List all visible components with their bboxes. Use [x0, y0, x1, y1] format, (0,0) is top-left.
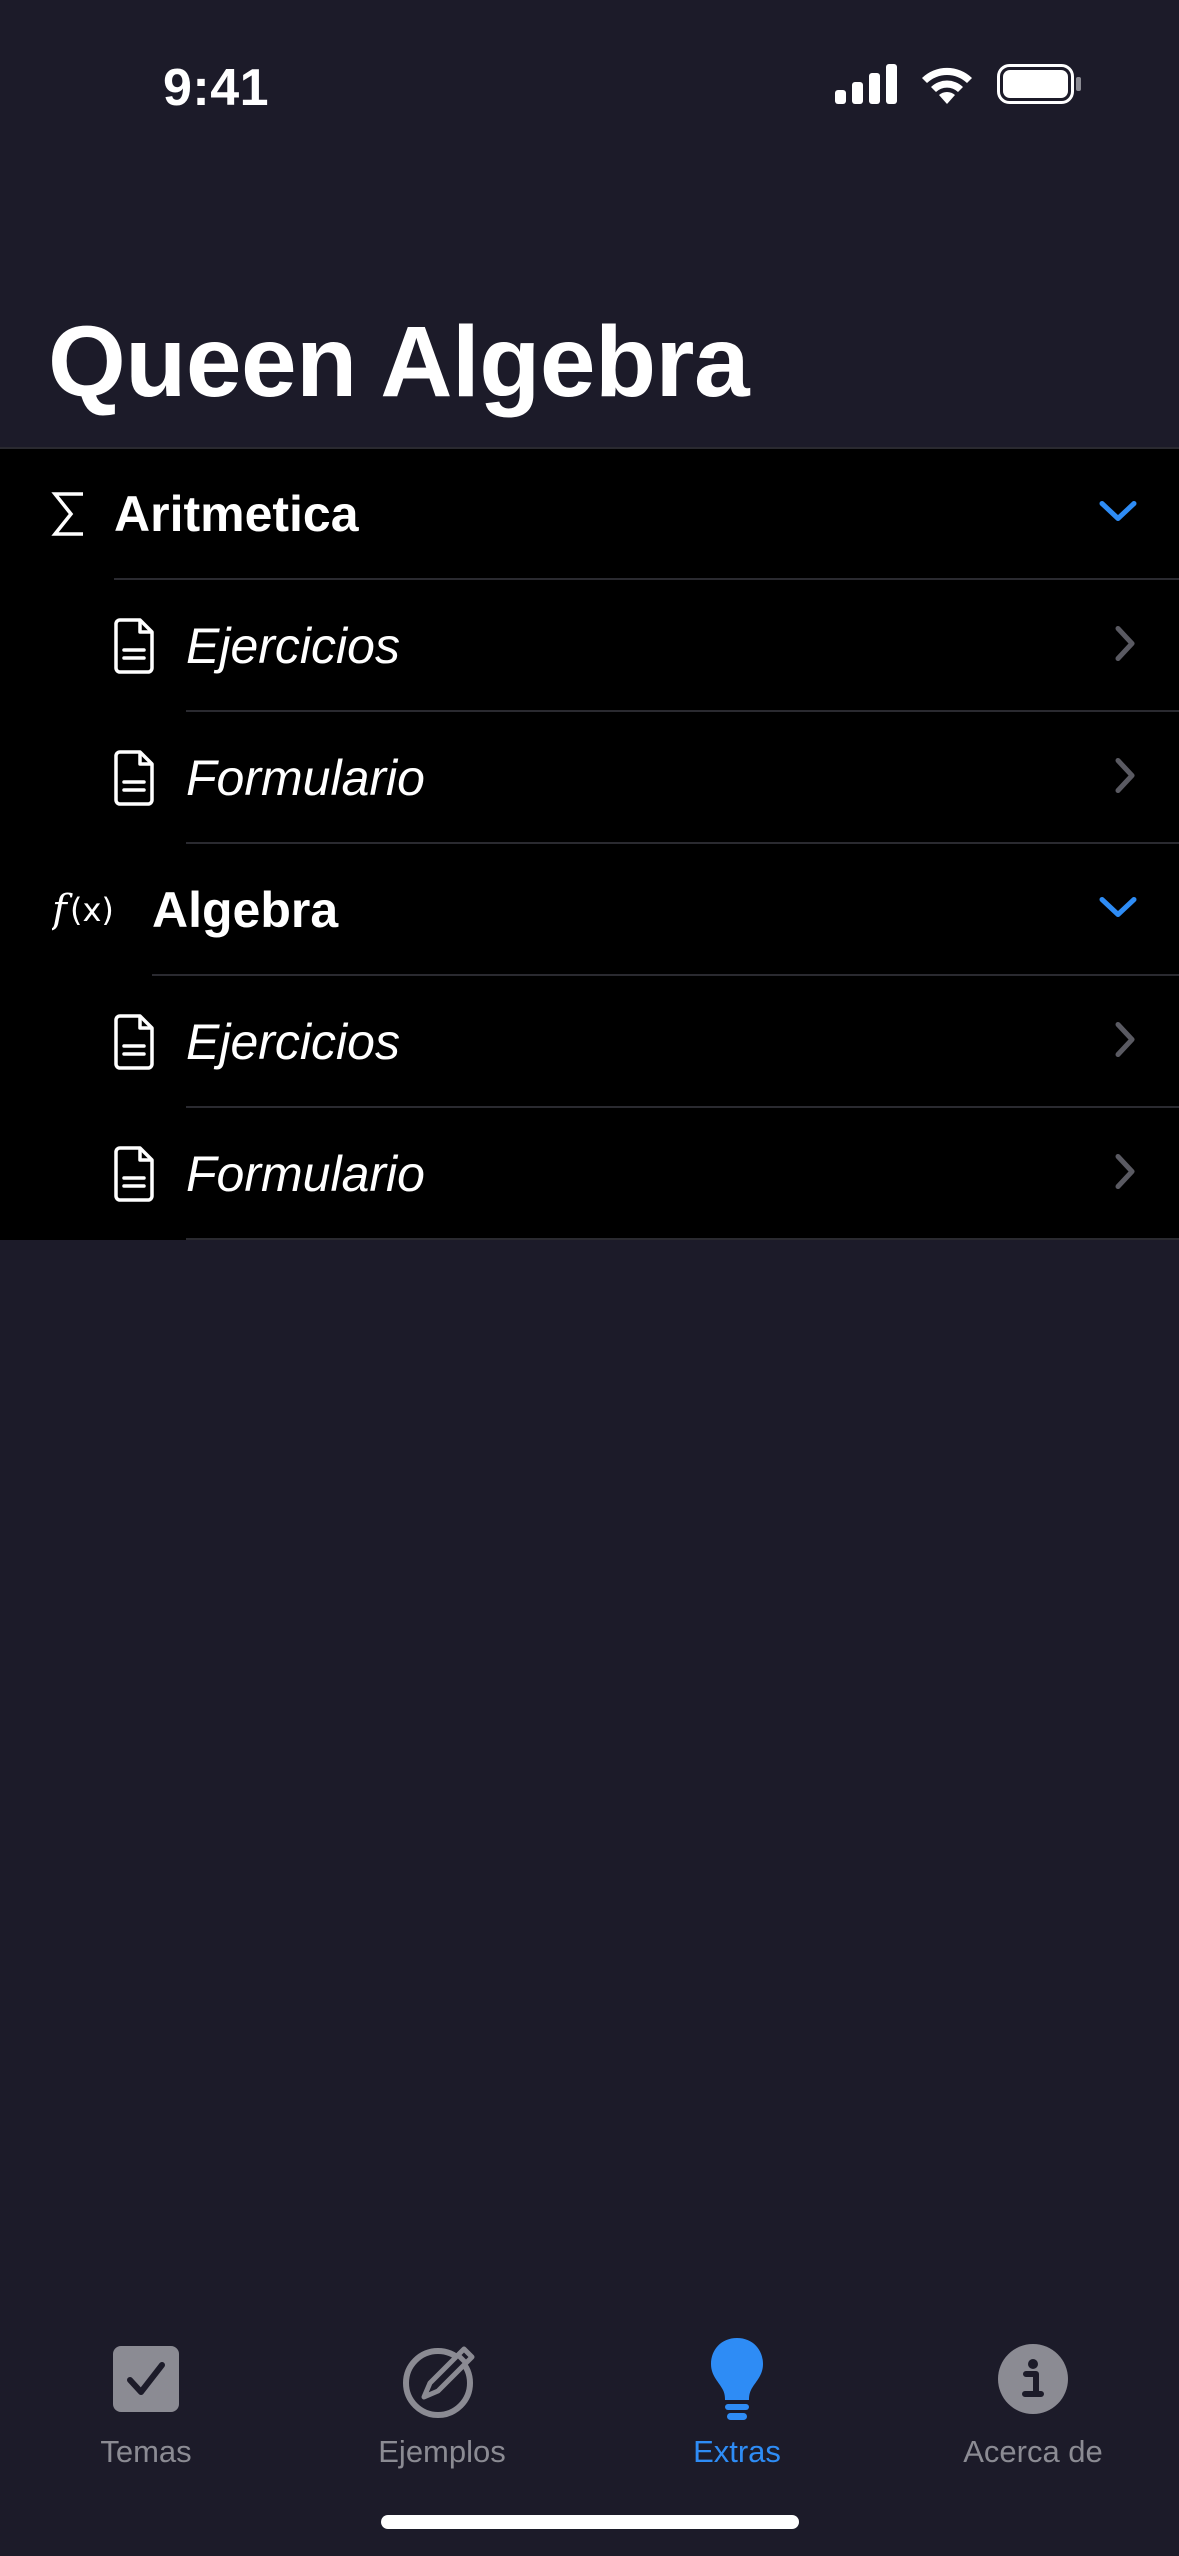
list-item-algebra-ejercicios[interactable]: Ejercicios: [0, 976, 1179, 1108]
section-label: Aritmetica: [114, 486, 359, 542]
topic-list: Aritmetica Ejercicios Formulario ƒ (x) A…: [0, 447, 1179, 1240]
list-item-aritmetica-formulario[interactable]: Formulario: [0, 712, 1179, 844]
section-header-algebra[interactable]: ƒ (x) Algebra: [0, 844, 1179, 976]
section-label: Algebra: [152, 882, 339, 938]
tab-temas[interactable]: Temas: [16, 2290, 276, 2470]
tab-label: Temas: [100, 2434, 192, 2469]
list-item-label: Ejercicios: [186, 618, 400, 674]
checkbox-icon: [113, 2330, 179, 2428]
chevron-right-icon: [1113, 625, 1137, 668]
tab-acerca-de[interactable]: Acerca de: [903, 2290, 1163, 2470]
cellular-signal-icon: [835, 64, 897, 109]
screen: 9:41 Queen Algebra Aritmetica Ejercicios…: [0, 0, 1179, 2556]
chevron-right-icon: [1113, 757, 1137, 800]
status-icons: [835, 64, 1081, 109]
wifi-icon: [919, 64, 975, 109]
status-bar: 9:41: [0, 0, 1179, 170]
tab-extras[interactable]: Extras: [607, 2290, 867, 2470]
list-item-algebra-formulario[interactable]: Formulario: [0, 1108, 1179, 1240]
document-icon: [110, 1012, 158, 1072]
section-header-aritmetica[interactable]: Aritmetica: [0, 448, 1179, 580]
info-icon: [998, 2330, 1068, 2428]
battery-icon: [997, 64, 1081, 109]
list-item-label: Formulario: [186, 1146, 425, 1202]
function-icon: ƒ (x): [52, 880, 126, 940]
document-icon: [110, 748, 158, 808]
tab-label: Ejemplos: [378, 2434, 506, 2469]
tab-label: Extras: [693, 2434, 781, 2469]
pencil-circle-icon: [402, 2330, 482, 2428]
tab-ejemplos[interactable]: Ejemplos: [312, 2290, 572, 2470]
list-item-label: Ejercicios: [186, 1014, 400, 1070]
list-item-aritmetica-ejercicios[interactable]: Ejercicios: [0, 580, 1179, 712]
divider: [186, 1238, 1179, 1240]
sigma-icon: [48, 484, 90, 544]
status-time: 9:41: [163, 59, 270, 117]
document-icon: [110, 1144, 158, 1204]
tab-label: Acerca de: [963, 2434, 1103, 2469]
document-icon: [110, 616, 158, 676]
chevron-down-icon[interactable]: [1099, 896, 1137, 925]
page-title: Queen Algebra: [48, 306, 750, 418]
chevron-down-icon[interactable]: [1099, 500, 1137, 529]
home-indicator: [381, 2515, 799, 2529]
chevron-right-icon: [1113, 1021, 1137, 1064]
list-item-label: Formulario: [186, 750, 425, 806]
svg-text:(x): (x): [70, 891, 114, 929]
lightbulb-icon: [709, 2330, 765, 2428]
chevron-right-icon: [1113, 1153, 1137, 1196]
